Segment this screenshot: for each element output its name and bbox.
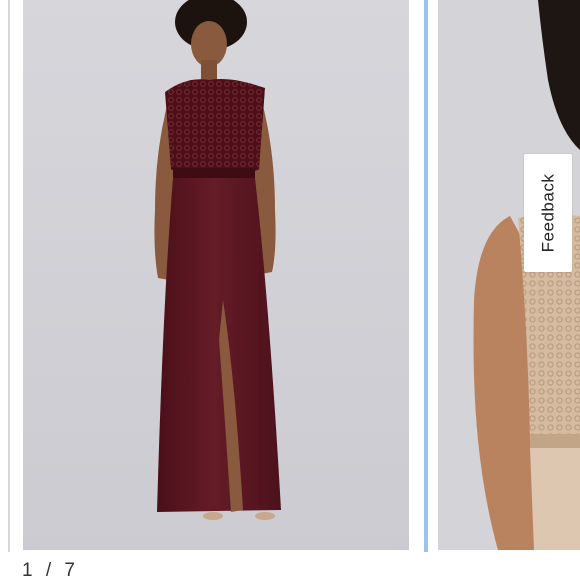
slide-counter-separator: / bbox=[45, 560, 55, 581]
burgundy-gown-photo bbox=[23, 0, 409, 550]
slide-edge-line bbox=[8, 0, 10, 552]
previous-slide-edge bbox=[0, 0, 23, 552]
product-photo-2[interactable] bbox=[438, 0, 580, 550]
slide-counter: 1 / 7 bbox=[22, 560, 78, 582]
champagne-gown-photo bbox=[438, 0, 580, 550]
image-carousel[interactable]: Feedback bbox=[0, 0, 580, 552]
active-slide-divider bbox=[424, 0, 428, 552]
feedback-label: Feedback bbox=[538, 173, 558, 253]
feedback-button[interactable]: Feedback bbox=[524, 154, 572, 272]
product-photo-1[interactable] bbox=[23, 0, 409, 550]
current-slide-number: 1 bbox=[22, 560, 36, 581]
total-slides-number: 7 bbox=[64, 560, 78, 581]
